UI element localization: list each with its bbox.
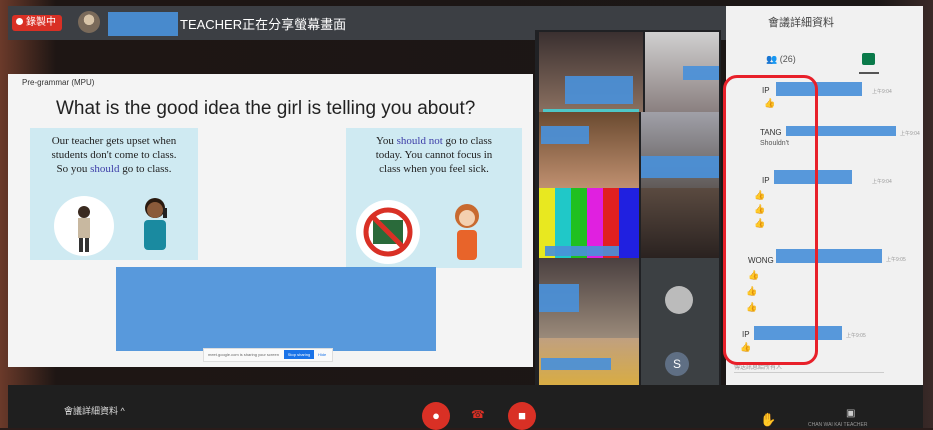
- redacted-participant-name: [565, 76, 633, 104]
- meeting-details-toggle[interactable]: 會議詳細資料 ^: [64, 404, 125, 417]
- phone-hangup-icon: ☎: [471, 409, 485, 421]
- present-label: CHAN WAI KAI TEACHER: [808, 422, 868, 428]
- people-icon: 👥: [766, 54, 778, 64]
- camera-off-button[interactable]: ■: [508, 402, 536, 430]
- participant-tiles-grid: S: [535, 30, 721, 400]
- right-quote-line1: You should not go to class: [376, 135, 492, 147]
- hang-up-button[interactable]: ☎: [471, 408, 487, 421]
- camera-off-icon: ■: [518, 408, 526, 423]
- red-circle-annotation: [723, 75, 818, 365]
- chat-time: 上午9:04: [872, 179, 892, 185]
- redacted-slide-area: [116, 267, 436, 351]
- slide-label: Pre-grammar (MPU): [22, 78, 95, 87]
- screen-share-notice: meet.google.com is sharing your screen S…: [203, 348, 333, 362]
- mic-off-button[interactable]: ●: [422, 402, 450, 430]
- participant-tile[interactable]: [539, 188, 639, 258]
- raise-hand-button[interactable]: ✋: [760, 412, 776, 428]
- should-not-highlight: should not: [396, 135, 443, 147]
- shared-slide: Pre-grammar (MPU) What is the good idea …: [8, 74, 533, 367]
- share-notice-text: meet.google.com is sharing your screen: [208, 352, 279, 357]
- thought-bubble: [54, 196, 114, 256]
- participant-tile[interactable]: [645, 32, 719, 112]
- panel-title: 會議詳細資料: [768, 17, 834, 29]
- left-quote-line1: Our teacher gets upset when: [51, 135, 177, 147]
- chat-time: 上午9:05: [846, 333, 866, 339]
- participant-tile[interactable]: [641, 258, 719, 338]
- left-quote: Our teacher gets upset when students don…: [34, 134, 194, 176]
- chat-time: 上午9:05: [886, 257, 906, 263]
- slide-question: What is the good idea the girl is tellin…: [56, 98, 476, 119]
- redacted-participant-name: [539, 284, 579, 312]
- redacted-participant-name: [541, 358, 611, 370]
- left-scenario-panel: Our teacher gets upset when students don…: [30, 128, 198, 260]
- left-quote-line3: So you should go to class.: [56, 163, 172, 175]
- recording-label: 錄製中: [26, 17, 56, 28]
- presenter-avatar: [78, 11, 100, 33]
- redacted-participant-name: [641, 156, 719, 178]
- present-screen-icon: ▣: [846, 408, 856, 419]
- teacher-figure-icon: [78, 206, 90, 252]
- recording-badge: 錄製中: [12, 15, 62, 31]
- should-highlight: should: [90, 163, 120, 175]
- right-scenario-panel: You should not go to class today. You ca…: [346, 128, 522, 268]
- presenting-status: TEACHER正在分享螢幕畫面: [180, 17, 347, 32]
- redacted-participant-name: [545, 246, 619, 256]
- meeting-controls-bar: 會議詳細資料 ^ ● ☎ ■ ✋ ▣ CHAN WAI KAI TEACHER: [8, 385, 923, 430]
- right-quote-line2: today. You cannot focus in: [375, 149, 493, 161]
- redacted-participant-name: [683, 66, 719, 80]
- mic-off-icon: ●: [432, 408, 440, 423]
- tab-people[interactable]: 👥 (26): [766, 54, 796, 65]
- active-tab-indicator: [859, 72, 879, 74]
- participant-tile[interactable]: [539, 258, 639, 338]
- recording-dot-icon: [16, 18, 23, 25]
- participant-tile[interactable]: [641, 112, 719, 188]
- people-count: (26): [779, 54, 796, 64]
- redacted-presenter-name: [108, 12, 178, 36]
- participant-avatar: S: [665, 352, 689, 376]
- chat-time: 上午9:04: [872, 89, 892, 95]
- hand-icon: ✋: [760, 412, 777, 427]
- monitor-frame: 錄製中 TEACHER正在分享螢幕畫面 Pre-grammar (MPU) Wh…: [0, 0, 933, 430]
- right-quote: You should not go to class today. You ca…: [350, 134, 518, 176]
- tab-chat[interactable]: [862, 53, 875, 65]
- participant-tile[interactable]: [539, 112, 639, 188]
- hide-notice-button[interactable]: Hide: [318, 350, 328, 359]
- participant-tile[interactable]: [539, 32, 643, 112]
- participant-avatar: [665, 286, 693, 314]
- chat-time: 上午9:04: [900, 131, 920, 137]
- stop-sharing-button[interactable]: Stop sharing: [284, 350, 314, 359]
- left-quote-line2: students don't come to class.: [51, 149, 177, 161]
- sick-girl-icon: [455, 204, 479, 260]
- chat-input-line: [734, 372, 884, 373]
- no-class-bubble: [356, 200, 420, 264]
- no-school-icon: [363, 207, 413, 257]
- right-quote-line3: class when you feel sick.: [379, 163, 489, 175]
- girl-on-phone-icon: [144, 198, 167, 250]
- redacted-participant-name: [541, 126, 589, 144]
- present-now-button[interactable]: ▣: [846, 408, 855, 419]
- participant-tile[interactable]: [641, 188, 719, 258]
